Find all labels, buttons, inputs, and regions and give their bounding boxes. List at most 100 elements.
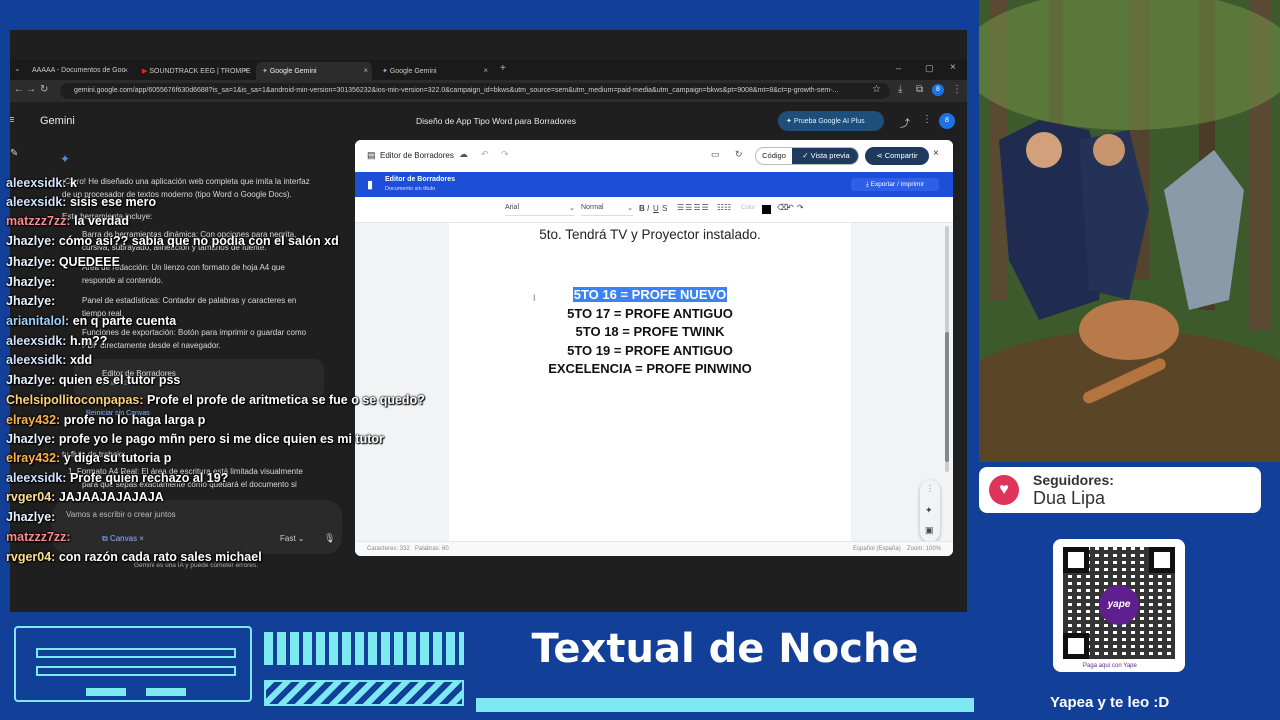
share-icon[interactable]: ⤴	[900, 115, 910, 130]
comment-icon[interactable]: ▣	[925, 525, 934, 536]
bookmark-star-icon[interactable]: ☆	[872, 84, 881, 95]
preview-tab-label: Vista previa	[810, 151, 850, 160]
chat-username: aleexsidk:	[6, 471, 67, 485]
new-tab-icon[interactable]: +	[500, 63, 506, 74]
reload-icon[interactable]: ↻	[40, 84, 48, 95]
tab-gemini-active[interactable]: ✦ Google Gemini ×	[256, 62, 372, 80]
banner-underline	[476, 698, 974, 712]
user-avatar[interactable]: 8	[939, 113, 955, 129]
close-icon[interactable]: ×	[123, 66, 128, 75]
code-tab[interactable]: Código	[756, 148, 792, 164]
share-button[interactable]: ⋖ Compartir	[865, 147, 929, 165]
gemini-icon: ✦	[262, 68, 268, 75]
url-field[interactable]: gemini.google.com/app/6055676f630d6688?i…	[60, 83, 890, 99]
canvas-chip[interactable]: ⧉ Canvas ×	[102, 534, 144, 544]
chat-username: Jhazlye:	[6, 510, 56, 524]
view-toggle: Código ✓ Vista previa	[755, 147, 859, 165]
close-icon[interactable]: ×	[363, 66, 368, 75]
canvas-icon: ⧉	[102, 534, 110, 543]
sparkle-edit-icon[interactable]: ✦	[925, 505, 933, 516]
bold-button[interactable]: B	[639, 204, 645, 213]
chat-text: profe yo le pago mñn pero si me dice qui…	[55, 432, 384, 446]
formatting-toolbar: Arial ⌄ Normal ⌄ B I U S ☰☰☰☰ ☷☷ Color ⌫ ↶…	[355, 197, 953, 223]
prompt-input[interactable]: Vamos a escribir o crear juntos	[66, 510, 176, 519]
document-page[interactable]: 5to. Tendrá TV y Proyector instalado. 5T…	[449, 223, 851, 541]
strikethrough-button[interactable]: S	[662, 204, 667, 213]
chat-username: Jhazlye:	[6, 432, 56, 446]
chat-message: rvger04: con razón cada rato sales micha…	[6, 550, 262, 564]
chat-username: elray432:	[6, 413, 61, 427]
prompt-box[interactable]: Vamos a escribir o crear juntos ⧉ Canvas…	[52, 500, 342, 554]
drag-icon[interactable]: ⋮	[926, 484, 934, 493]
italic-button[interactable]: I	[647, 204, 649, 213]
menu-dots-icon[interactable]: ⋮	[952, 84, 962, 95]
chat-text: profe no lo haga larga p	[60, 413, 206, 427]
list-buttons[interactable]: ☷☷	[717, 203, 731, 212]
redo-icon[interactable]: ↷	[797, 203, 804, 212]
model-selector[interactable]: Fast ⌄	[280, 534, 305, 543]
underline-button[interactable]: U	[653, 204, 659, 213]
display-icon[interactable]: ▭	[711, 149, 720, 160]
chat-username: rvger04:	[6, 490, 56, 504]
hamburger-icon[interactable]: ≡	[10, 114, 14, 126]
download-icon[interactable]: ⤓	[898, 84, 902, 95]
doc-line: 5TO 18 = PROFE TWINK	[575, 324, 725, 339]
editor-panel-title: Editor de Borradores	[380, 151, 454, 160]
banner-hatch	[264, 680, 464, 706]
back-icon[interactable]: ←	[14, 84, 24, 95]
close-window-icon[interactable]: ×	[950, 62, 956, 73]
chat-username: aleexsidk:	[6, 353, 67, 367]
response-line: ¡Claro! He diseñado una aplicación web c…	[62, 177, 310, 186]
tab-documentos[interactable]: AAAAA - Documentos de Goo ×	[26, 62, 132, 80]
doc-header-bar: ▮ Editor de Borradores Documento sin tít…	[355, 172, 953, 197]
chat-text: k	[66, 176, 77, 190]
minimize-icon[interactable]: –	[896, 63, 901, 73]
chat-text: y diga su tutoria p	[60, 451, 172, 465]
doc-line: 5to. Tendrá TV y Proyector instalado.	[539, 227, 761, 242]
maximize-icon[interactable]: ▢	[925, 63, 934, 74]
more-options-icon[interactable]: ⋮	[922, 114, 932, 125]
font-select[interactable]: Arial ⌄	[505, 204, 575, 216]
chat-username: aleexsidk:	[6, 334, 67, 348]
chat-username: Jhazlye:	[6, 373, 56, 387]
tab-search-icon[interactable]: ⌄	[14, 64, 21, 73]
share-icon: ⋖	[876, 151, 885, 160]
ai-plus-label: Prueba Google AI Plus	[793, 118, 865, 125]
forward-icon[interactable]: →	[26, 84, 36, 95]
chat-message: Jhazlye: cómo así?? sabía que no podía c…	[6, 234, 339, 248]
chat-text: con razón cada rato sales michael	[55, 550, 262, 564]
color-swatch[interactable]	[762, 205, 771, 214]
ai-plus-button[interactable]: ✦ Prueba Google AI Plus	[778, 111, 884, 131]
document-icon: ▮	[367, 179, 374, 191]
refresh-icon[interactable]: ↻	[735, 149, 743, 160]
close-icon[interactable]: ×	[933, 148, 939, 159]
chat-message: Jhazlye:	[6, 510, 55, 524]
profile-avatar[interactable]: 8	[932, 84, 944, 96]
chat-username: matzzz7zz:	[6, 214, 71, 228]
tab-gemini[interactable]: ✦ Google Gemini ×	[376, 62, 492, 80]
qr-corner	[1063, 547, 1089, 573]
undo-icon[interactable]: ↶	[481, 149, 489, 160]
undo-icon[interactable]: ↶	[787, 203, 794, 212]
close-icon[interactable]: ×	[243, 66, 248, 75]
chat-username: Chelsipollitoconpapas:	[6, 393, 144, 407]
new-chat-icon[interactable]: ✎	[10, 148, 18, 159]
banner-stripes	[264, 632, 464, 665]
export-button[interactable]: ⤓ Exportar / Imprimir	[851, 178, 939, 191]
redo-icon[interactable]: ↷	[501, 149, 509, 160]
chevron-down-icon: ⌄	[569, 205, 575, 212]
chat-username: elray432:	[6, 451, 61, 465]
style-select[interactable]: Normal ⌄	[581, 204, 633, 216]
extensions-icon[interactable]: ⧉	[916, 84, 923, 95]
microphone-icon[interactable]: 🎙	[324, 533, 335, 544]
scrollbar[interactable]	[945, 226, 949, 472]
chat-text: cómo así?? sabía que no podía con el sal…	[55, 234, 339, 248]
chat-message: aleexsidk: sisis ese mero	[6, 195, 156, 209]
chat-message: rvger04: JAJAAJAJAJAJA	[6, 490, 164, 504]
scrollbar-thumb[interactable]	[945, 332, 949, 462]
close-icon[interactable]: ×	[483, 66, 488, 75]
align-buttons[interactable]: ☰☰☰☰	[677, 203, 710, 212]
chat-text: en q parte cuenta	[69, 314, 177, 328]
tab-soundtrack[interactable]: ▶ SOUNDTRACK EEG | TROMPE ×	[136, 62, 252, 80]
preview-tab[interactable]: ✓ Vista previa	[792, 148, 858, 164]
